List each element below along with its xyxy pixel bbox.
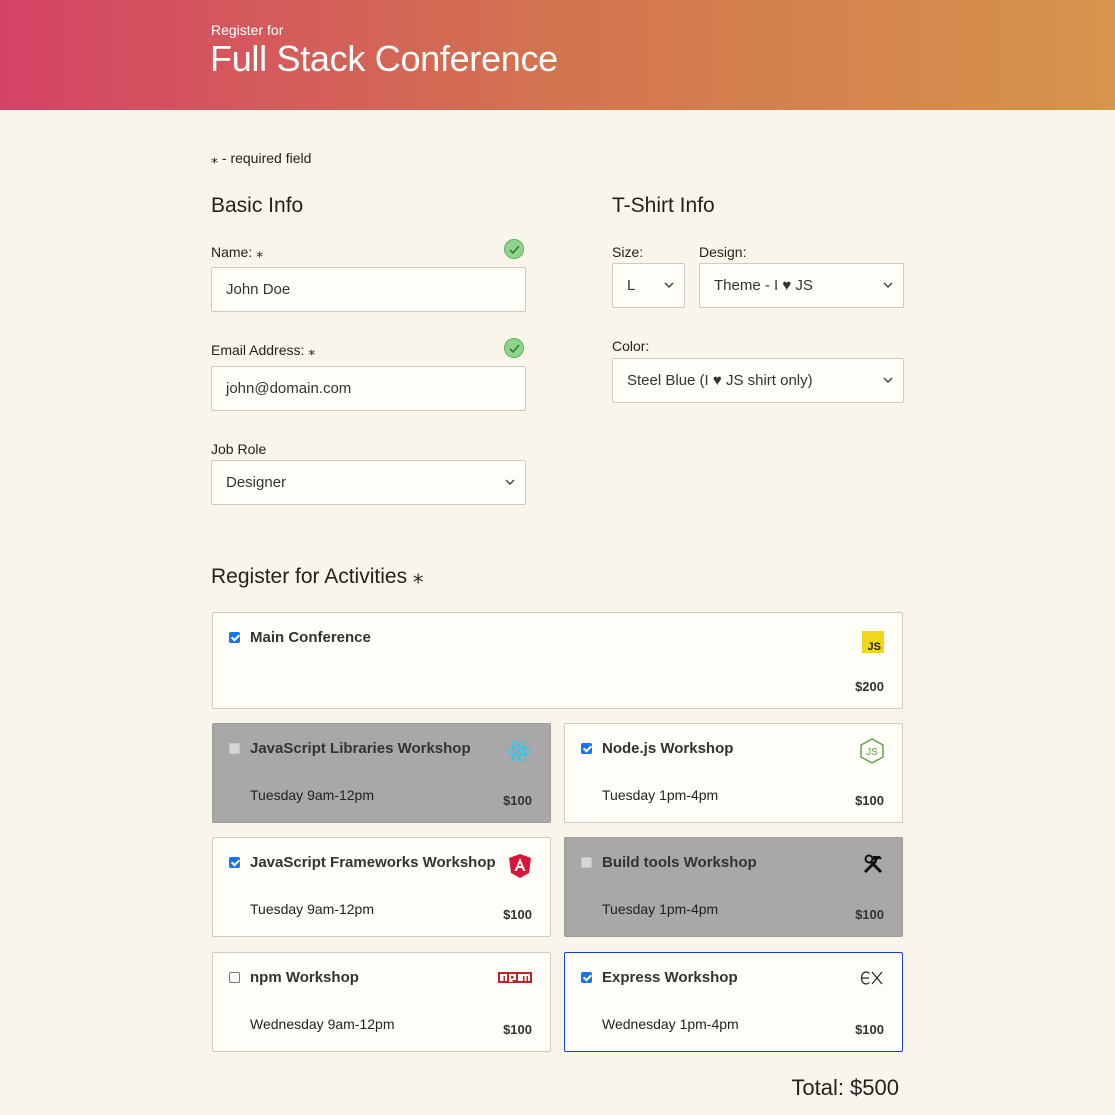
job-role-value: Designer [226, 474, 287, 491]
design-value: Theme - I ♥ JS [714, 277, 813, 294]
npm-icon [498, 972, 532, 990]
activity-js-frameworks-workshop[interactable]: JavaScript Frameworks Workshop Tuesday 9… [212, 837, 551, 937]
activity-title: JavaScript Frameworks Workshop [250, 854, 496, 871]
basic-info-heading: Basic Info [211, 194, 304, 217]
activity-express-workshop[interactable]: Express Workshop Wednesday 1pm-4pm $100 [564, 952, 903, 1052]
angular-icon [508, 853, 532, 884]
header-pretitle: Register for [211, 22, 284, 38]
size-select[interactable]: L [612, 263, 685, 308]
job-role-select[interactable]: Designer [211, 460, 526, 505]
activity-checkbox[interactable] [581, 972, 592, 983]
activity-price: $100 [855, 907, 884, 922]
activity-time: Wednesday 9am-12pm [250, 1016, 395, 1032]
tools-icon [862, 853, 884, 880]
activity-title: Node.js Workshop [602, 740, 734, 757]
design-label: Design: [699, 244, 747, 260]
color-value: Steel Blue (I ♥ JS shirt only) [627, 372, 813, 389]
required-field-note: ⁎ - required field [211, 150, 312, 166]
total-cost: Total: $500 [791, 1075, 899, 1100]
activity-price: $100 [503, 907, 532, 922]
size-value: L [627, 277, 636, 294]
express-icon [860, 970, 884, 991]
activity-title: Main Conference [250, 629, 371, 646]
email-label: Email Address: ⁎ [211, 342, 316, 358]
job-role-label: Job Role [211, 441, 267, 457]
chevron-down-icon [505, 479, 515, 486]
activity-title: Express Workshop [602, 969, 738, 986]
activity-main-conference[interactable]: Main Conference JS $200 [212, 612, 903, 709]
color-select[interactable]: Steel Blue (I ♥ JS shirt only) [612, 358, 904, 403]
activity-build-tools-workshop[interactable]: Build tools Workshop Tuesday 1pm-4pm $10… [564, 837, 903, 937]
activity-title: JavaScript Libraries Workshop [250, 740, 471, 757]
activity-checkbox[interactable] [229, 972, 240, 983]
activity-nodejs-workshop[interactable]: Node.js Workshop JS Tuesday 1pm-4pm $100 [564, 723, 903, 823]
activity-npm-workshop[interactable]: npm Workshop Wednesday 9am-12pm $100 [212, 952, 551, 1052]
chevron-down-icon [883, 377, 893, 384]
activity-title: Build tools Workshop [602, 854, 757, 871]
svg-text:JS: JS [868, 641, 881, 653]
email-valid-check-icon [504, 338, 524, 358]
activity-checkbox[interactable] [581, 857, 592, 868]
activity-time: Tuesday 9am-12pm [250, 787, 374, 803]
activity-price: $100 [503, 793, 532, 808]
activity-price: $200 [855, 679, 884, 694]
activity-checkbox[interactable] [229, 743, 240, 754]
react-icon [506, 739, 532, 768]
activity-js-libraries-workshop[interactable]: JavaScript Libraries Workshop Tuesday 9a… [212, 723, 551, 823]
color-label: Color: [612, 338, 650, 354]
activity-time: Wednesday 1pm-4pm [602, 1016, 739, 1032]
svg-text:JS: JS [866, 747, 878, 758]
activity-time: Tuesday 1pm-4pm [602, 787, 719, 803]
activity-checkbox[interactable] [581, 743, 592, 754]
js-icon: JS [862, 631, 884, 658]
page-header: Register for Full Stack Conference [0, 0, 1115, 110]
activity-price: $100 [855, 793, 884, 808]
chevron-down-icon [664, 282, 674, 289]
size-label: Size: [612, 244, 644, 260]
activity-title: npm Workshop [250, 969, 359, 986]
activity-time: Tuesday 1pm-4pm [602, 901, 719, 917]
activity-time: Tuesday 9am-12pm [250, 901, 374, 917]
activity-checkbox[interactable] [229, 857, 240, 868]
name-label: Name: ⁎ [211, 244, 264, 260]
name-valid-check-icon [504, 239, 524, 259]
activity-price: $100 [855, 1022, 884, 1037]
chevron-down-icon [883, 282, 893, 289]
nodejs-icon: JS [860, 738, 884, 769]
name-input[interactable]: John Doe [211, 267, 526, 312]
activities-heading: Register for Activities ⁎ [211, 565, 424, 588]
email-input[interactable]: john@domain.com [211, 366, 526, 411]
tshirt-info-heading: T-Shirt Info [612, 194, 715, 217]
page-title: Full Stack Conference [210, 38, 558, 79]
activity-checkbox[interactable] [229, 632, 240, 643]
activity-price: $100 [503, 1022, 532, 1037]
design-select[interactable]: Theme - I ♥ JS [699, 263, 904, 308]
